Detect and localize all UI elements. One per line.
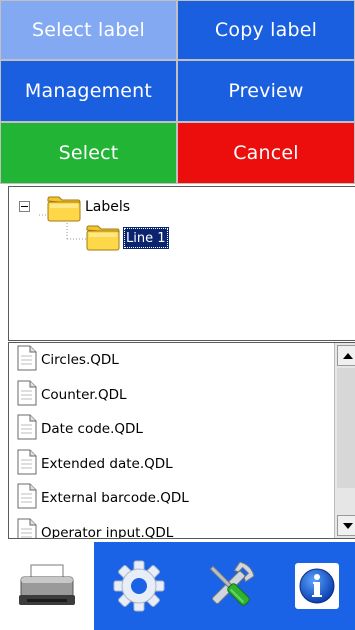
settings-tab[interactable] bbox=[96, 542, 182, 630]
folder-icon bbox=[86, 225, 120, 255]
file-name: Circles.QDL bbox=[41, 352, 119, 369]
tools-icon bbox=[209, 561, 255, 606]
copy-label-text: Copy label bbox=[214, 19, 318, 41]
document-icon bbox=[17, 380, 37, 410]
folder-icon bbox=[47, 196, 81, 226]
file-name: Date code.QDL bbox=[41, 421, 143, 438]
select-button[interactable]: Select bbox=[0, 122, 177, 184]
tree-root-label[interactable]: Labels bbox=[85, 199, 130, 215]
list-item[interactable]: Operator input.QDL bbox=[9, 516, 334, 539]
tree-collapse-toggle[interactable] bbox=[19, 201, 30, 212]
scroll-down-button[interactable] bbox=[337, 515, 355, 536]
document-icon bbox=[17, 518, 37, 538]
tools-tab[interactable] bbox=[184, 542, 276, 630]
list-item[interactable]: Counter.QDL bbox=[9, 378, 334, 413]
document-icon bbox=[17, 449, 37, 479]
file-name: External barcode.QDL bbox=[41, 490, 189, 507]
arrow-up-icon bbox=[342, 352, 353, 359]
info-icon bbox=[299, 568, 334, 604]
copy-label-button[interactable]: Copy label bbox=[177, 0, 355, 60]
select-text: Select bbox=[58, 142, 119, 164]
file-name: Operator input.QDL bbox=[41, 524, 174, 539]
scroll-up-button[interactable] bbox=[337, 345, 355, 366]
management-text: Management bbox=[24, 80, 153, 102]
document-icon bbox=[17, 483, 37, 513]
document-icon bbox=[17, 345, 37, 375]
info-icon-frame bbox=[294, 563, 339, 609]
select-label-text: Select label bbox=[31, 19, 145, 41]
cancel-button[interactable]: Cancel bbox=[177, 122, 355, 184]
list-item[interactable]: Date code.QDL bbox=[9, 412, 334, 447]
file-list[interactable]: Circles.QDL Counter.QDL Date code.QDL Ex… bbox=[8, 342, 355, 539]
gear-icon bbox=[113, 560, 165, 612]
file-rows: Circles.QDL Counter.QDL Date code.QDL Ex… bbox=[9, 343, 334, 539]
arrow-down-icon bbox=[342, 522, 353, 529]
scroll-track[interactable] bbox=[337, 368, 355, 488]
label-tree-view[interactable]: Labels Line 1 bbox=[8, 186, 355, 341]
select-label-button[interactable]: Select label bbox=[0, 0, 177, 60]
printer-icon bbox=[19, 564, 75, 605]
list-item[interactable]: Circles.QDL bbox=[9, 343, 334, 378]
tree-child-label-selected[interactable]: Line 1 bbox=[123, 227, 169, 249]
management-button[interactable]: Management bbox=[0, 60, 177, 122]
printer-tab[interactable] bbox=[0, 542, 94, 630]
info-tab[interactable] bbox=[278, 542, 355, 630]
vertical-scrollbar[interactable] bbox=[334, 343, 355, 538]
preview-text: Preview bbox=[228, 80, 304, 102]
bottom-toolbar bbox=[0, 542, 355, 630]
list-item[interactable]: External barcode.QDL bbox=[9, 481, 334, 516]
list-item[interactable]: Extended date.QDL bbox=[9, 447, 334, 482]
cancel-text: Cancel bbox=[233, 142, 299, 164]
file-name: Counter.QDL bbox=[41, 386, 127, 403]
preview-button[interactable]: Preview bbox=[177, 60, 355, 122]
file-name: Extended date.QDL bbox=[41, 455, 173, 472]
document-icon bbox=[17, 414, 37, 444]
